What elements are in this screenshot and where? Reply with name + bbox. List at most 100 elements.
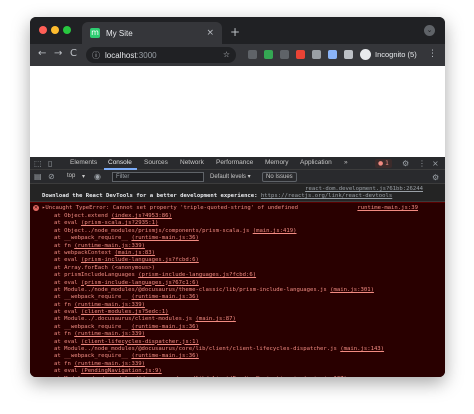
- stack-frame: at fn (runtime-main.js:339): [54, 331, 439, 338]
- stack-frame-location-link[interactable]: (main.js:127): [303, 376, 347, 377]
- stack-frame-location-link[interactable]: (runtime-main.js:339): [74, 361, 145, 367]
- error-icon: ✕: [33, 205, 39, 211]
- tab-search-icon[interactable]: ⌄: [424, 25, 435, 36]
- extension-icon-6[interactable]: [328, 50, 337, 59]
- stack-frame-location-link[interactable]: (main.js:83): [115, 250, 155, 256]
- tab-network[interactable]: Network: [180, 159, 204, 166]
- stack-frame: at __webpack_require__ (runtime-main.js:…: [54, 294, 439, 301]
- tab-title: My Site: [106, 28, 133, 38]
- stack-frame: at Array.forEach (<anonymous>): [54, 265, 439, 272]
- tab-memory[interactable]: Memory: [265, 159, 288, 166]
- stack-frame-text: at Module../node_modules/@docusaurus/cor…: [54, 346, 341, 353]
- stack-frame-text: at eval: [54, 368, 81, 375]
- context-selector[interactable]: top: [67, 173, 75, 179]
- stack-frame-text: at fn: [54, 360, 75, 367]
- extension-icon-5[interactable]: [312, 50, 321, 59]
- stack-frame-location-link[interactable]: (runtime-main.js:36): [131, 324, 198, 330]
- stack-frame-location-link[interactable]: (runtime-main.js:36): [131, 353, 198, 359]
- devtools-panel: ⬚ ▯ Elements Console Sources Network Per…: [30, 157, 445, 377]
- window-minimize-button[interactable]: [51, 26, 59, 34]
- devtools-menu-icon[interactable]: ⋮: [418, 159, 426, 168]
- stack-frame-location-link[interactable]: (prism-include-languages.js?fcbd:6): [81, 257, 199, 263]
- browser-menu-icon[interactable]: ⋮: [428, 49, 437, 59]
- console-filter-input[interactable]: Filter: [112, 172, 204, 182]
- stack-frame-location-link[interactable]: (runtime-main.js:339): [74, 331, 145, 337]
- stack-frame-text: at Module../node_modules/@docusaurus/the…: [54, 286, 331, 293]
- address-bar[interactable]: ⓘ localhost:3000 ☆: [86, 47, 236, 63]
- back-button[interactable]: ←: [38, 48, 46, 59]
- profile-button[interactable]: Incognito (5): [360, 49, 417, 60]
- browser-toolbar: ← → C ⓘ localhost:3000 ☆ Incognito (5) ⋮: [30, 44, 445, 66]
- device-toolbar-icon[interactable]: ▯: [48, 159, 52, 168]
- extensions-puzzle-icon[interactable]: [344, 50, 353, 59]
- window-close-button[interactable]: [39, 26, 47, 34]
- stack-frame-location-link[interactable]: (client-lifecycles-dispatcher.js:1): [81, 339, 199, 345]
- error-source-link[interactable]: runtime-main.js:39: [357, 205, 418, 211]
- stack-frame-location-link[interactable]: (PendingNavigation.js:9): [81, 368, 162, 374]
- console-settings-icon[interactable]: ⚙: [432, 173, 439, 182]
- stack-frame-location-link[interactable]: (index.js?4953:86): [111, 213, 172, 219]
- extension-icon-1[interactable]: [248, 50, 257, 59]
- more-tabs-icon[interactable]: »: [344, 159, 348, 166]
- stack-frame: at Object../node_modules/prismjs/compone…: [54, 228, 439, 235]
- stack-frame-location-link[interactable]: (prism-include-languages.js?67c1:6): [81, 280, 199, 286]
- page-viewport[interactable]: [30, 66, 445, 157]
- tab-console[interactable]: Console: [108, 159, 132, 166]
- url-host: localhost: [105, 50, 137, 60]
- log-levels-dropdown[interactable]: Default levels ▾: [210, 173, 251, 180]
- stack-frame: at eval (PendingNavigation.js:9): [54, 368, 439, 375]
- console-filter-bar: ▤ ⊘ top ▾ ◉ Filter Default levels ▾ No I…: [30, 170, 445, 184]
- extension-icon-3[interactable]: [280, 50, 289, 59]
- stack-frame: at fn (runtime-main.js:339): [54, 302, 439, 309]
- reload-button[interactable]: C: [70, 48, 77, 59]
- live-expression-eye-icon[interactable]: ◉: [94, 172, 101, 181]
- devtools-settings-icon[interactable]: ⚙: [402, 159, 409, 168]
- window-maximize-button[interactable]: [63, 26, 71, 34]
- stack-frame-location-link[interactable]: (runtime-main.js:339): [74, 243, 145, 249]
- tab-sources[interactable]: Sources: [144, 159, 168, 166]
- stack-frame-text: at Object.extend: [54, 213, 112, 219]
- stack-frame-text: at __webpack_require__: [54, 323, 132, 330]
- sidebar-toggle-icon[interactable]: ▤: [34, 172, 42, 181]
- tab-application[interactable]: Application: [300, 159, 332, 166]
- error-header[interactable]: ✕ ▸Uncaught TypeError: Cannot set proper…: [33, 205, 438, 213]
- new-tab-button[interactable]: +: [230, 25, 240, 39]
- stack-frame-location-link[interactable]: (main.js:419): [253, 228, 297, 234]
- error-count-badge[interactable]: ● 1: [375, 159, 392, 168]
- bookmark-star-icon[interactable]: ☆: [223, 50, 230, 59]
- extension-icon-4[interactable]: [296, 50, 305, 59]
- tab-performance[interactable]: Performance: [216, 159, 253, 166]
- stack-frame-location-link[interactable]: (runtime-main.js:339): [74, 302, 145, 308]
- devtools-close-icon[interactable]: ×: [432, 159, 439, 168]
- extension-icon-2[interactable]: [264, 50, 273, 59]
- clear-console-icon[interactable]: ⊘: [48, 172, 55, 181]
- stack-frame-location-link[interactable]: (prism-scala.js?2935:1): [81, 220, 158, 226]
- console-output: react-dom.development.js?61bb:26244 Down…: [30, 185, 445, 377]
- stack-frame-text: at eval: [54, 220, 81, 227]
- stack-frame: at Module../node_modules/@docusaurus/cor…: [54, 346, 439, 353]
- stack-frame-location-link[interactable]: (client-modules.js?5edc:1): [81, 309, 169, 315]
- stack-frame-location-link[interactable]: (main.js:87): [195, 316, 235, 322]
- forward-button[interactable]: →: [54, 48, 62, 59]
- stack-frame: at fn (runtime-main.js:339): [54, 361, 439, 368]
- stack-frame-location-link[interactable]: (main.js:143): [340, 346, 384, 352]
- stack-frame-location-link[interactable]: (runtime-main.js:36): [131, 235, 198, 241]
- stack-frame-text: at __webpack_require__: [54, 353, 132, 360]
- issues-button[interactable]: No Issues: [262, 172, 297, 182]
- inspect-element-icon[interactable]: ⬚: [34, 159, 42, 168]
- stack-frame-location-link[interactable]: (prism-include-languages.js?fcbd:6): [138, 272, 256, 278]
- stack-frame-location-link[interactable]: (main.js:301): [330, 287, 374, 293]
- console-info-message: react-dom.development.js?61bb:26244 Down…: [30, 185, 445, 202]
- site-info-icon[interactable]: ⓘ: [92, 50, 100, 61]
- context-dropdown-icon[interactable]: ▾: [82, 173, 85, 180]
- stack-frame-text: at eval: [54, 338, 81, 345]
- browser-window: m My Site × + ⌄ ← → C ⓘ localhost:3000 ☆…: [30, 17, 445, 377]
- stack-frame-location-link[interactable]: (runtime-main.js:36): [131, 294, 198, 300]
- stack-frame-text: at eval: [54, 257, 81, 264]
- tab-strip: m My Site × + ⌄: [30, 17, 445, 44]
- browser-tab[interactable]: m My Site ×: [82, 22, 222, 44]
- devtools-link[interactable]: https://reactjs.org/link/react-devtools: [261, 193, 392, 199]
- tab-elements[interactable]: Elements: [70, 159, 97, 166]
- tab-close-icon[interactable]: ×: [206, 28, 214, 38]
- message-source-link[interactable]: react-dom.development.js?61bb:26244: [305, 186, 423, 192]
